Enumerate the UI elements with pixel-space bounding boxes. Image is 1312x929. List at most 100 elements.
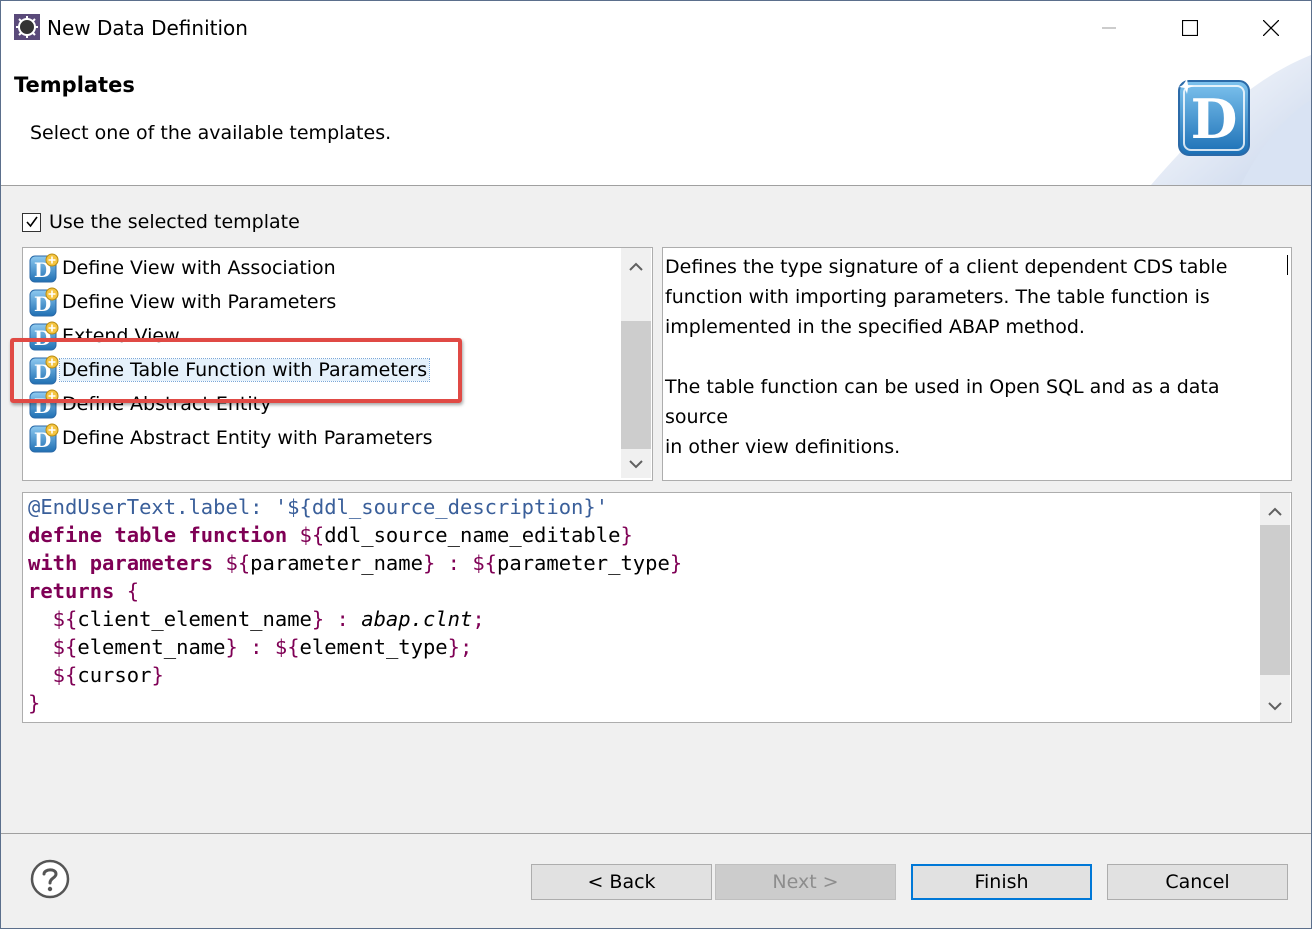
eclipse-app-icon — [14, 14, 40, 40]
text-caret — [1287, 255, 1288, 275]
code-line: define table function ${ddl_source_name_… — [28, 521, 682, 549]
code-line: ${cursor} — [28, 661, 682, 689]
page-description: Select one of the available templates. — [30, 122, 392, 144]
template-item-label: Define Table Function with Parameters — [58, 358, 431, 382]
ddl-template-icon: D — [29, 321, 59, 351]
use-template-option[interactable]: Use the selected template — [22, 211, 300, 233]
use-template-label: Use the selected template — [49, 211, 300, 233]
code-preview-scrollbar[interactable] — [1260, 493, 1290, 722]
template-list-item[interactable]: D Define Table Function with Parameters — [29, 354, 431, 386]
button-bar-separator — [1, 833, 1311, 834]
ddl-logo-icon: D — [1151, 55, 1311, 185]
scroll-up-button[interactable] — [1260, 495, 1290, 527]
help-icon[interactable] — [30, 859, 70, 899]
template-item-label: Define View with Parameters — [62, 291, 337, 313]
template-item-label: Define Abstract Entity with Parameters — [62, 427, 433, 449]
close-button[interactable] — [1231, 1, 1311, 55]
ddl-template-icon: D — [29, 287, 59, 317]
code-token: ${ — [225, 551, 251, 575]
maximize-button[interactable] — [1150, 1, 1230, 55]
ddl-template-icon: D — [29, 253, 59, 283]
code-token: } — [151, 663, 164, 687]
code-token: client_element_name — [77, 607, 312, 631]
template-list-item[interactable]: D Define Abstract Entity with Parameters — [29, 422, 432, 454]
ddl-template-icon: D — [29, 355, 59, 385]
template-item-label: Define Abstract Entity — [62, 393, 272, 415]
check-icon — [25, 216, 38, 228]
code-token: } — [669, 551, 683, 575]
title-bar: New Data Definition — [1, 1, 1311, 55]
back-button[interactable]: < Back — [531, 864, 712, 900]
template-list-item[interactable]: D Define Abstract Entity — [29, 388, 271, 420]
code-token: } — [422, 551, 436, 575]
ddl-template-icon: D — [29, 423, 59, 453]
template-item-label: Define View with Association — [62, 257, 336, 279]
chevron-up-icon — [1268, 507, 1282, 516]
code-token: } — [225, 635, 238, 659]
code-token: }; — [447, 635, 473, 659]
code-line: @EndUserText.label: '${ddl_source_descri… — [28, 493, 682, 521]
code-token: ${ — [274, 635, 300, 659]
code-token: } — [620, 523, 633, 547]
cancel-button-label: Cancel — [1165, 871, 1230, 893]
template-list[interactable]: D Define View with Association D Define Vie… — [22, 247, 653, 481]
code-line: } — [28, 689, 682, 717]
code-token: parameter_name — [250, 551, 423, 575]
scroll-up-button[interactable] — [621, 250, 651, 282]
code-token: parameter_type — [497, 551, 670, 575]
code-token: ; — [472, 607, 485, 631]
template-list-item[interactable]: D Extend View — [29, 320, 180, 352]
close-icon — [1263, 20, 1279, 36]
ddl-logo-letter: D — [1191, 87, 1238, 151]
code-token: ${ — [28, 607, 78, 631]
template-list-item[interactable]: D Define View with Parameters — [29, 286, 336, 318]
code-token: ${ — [472, 551, 498, 575]
description-text: Defines the type signature of a client d… — [665, 256, 1228, 458]
code-token: : — [237, 635, 275, 659]
code-line: ${client_element_name} : abap.clnt; — [28, 605, 682, 633]
code-line: returns { — [28, 577, 682, 605]
template-list-scrollbar[interactable] — [621, 248, 651, 478]
scroll-down-button[interactable] — [1260, 690, 1290, 722]
scrollbar-thumb[interactable] — [621, 321, 651, 449]
chevron-down-icon — [629, 459, 643, 468]
code-token: returns — [28, 579, 115, 603]
code-line: ${element_name} : ${element_type}; — [28, 633, 682, 661]
code-token: ${ — [28, 663, 78, 687]
page-title: Templates — [14, 73, 135, 97]
scrollbar-thumb[interactable] — [1260, 525, 1290, 675]
new-data-definition-dialog: New Data Definition Templates Select one… — [0, 0, 1312, 929]
code-token: { — [114, 579, 140, 603]
code-token: cursor — [77, 663, 152, 687]
chevron-up-icon — [629, 262, 643, 271]
code-token: } — [28, 691, 41, 715]
back-button-label: < Back — [587, 871, 656, 893]
ddl-template-icon: D — [29, 389, 59, 419]
next-button[interactable]: Next > — [715, 864, 896, 900]
window-title: New Data Definition — [47, 16, 248, 40]
finish-button-label: Finish — [974, 871, 1029, 893]
code-token: : — [435, 551, 473, 575]
code-token: with parameters — [28, 551, 214, 575]
code-token: element_type — [299, 635, 448, 659]
scroll-down-button[interactable] — [621, 448, 651, 480]
code-token: ddl_source_name_editable — [324, 523, 621, 547]
template-list-item[interactable]: D Define View with Association — [29, 252, 336, 284]
code-token: abap.clnt — [361, 607, 473, 631]
code-token: : — [324, 607, 362, 631]
cancel-button[interactable]: Cancel — [1107, 864, 1288, 900]
minimize-button[interactable] — [1069, 1, 1149, 55]
maximize-icon — [1182, 20, 1198, 36]
chevron-down-icon — [1268, 701, 1282, 710]
code-token: } — [311, 607, 325, 631]
finish-button[interactable]: Finish — [911, 864, 1092, 900]
code-token: @EndUserText.label: '${ddl_source_descri… — [28, 495, 609, 519]
use-template-checkbox[interactable] — [22, 212, 41, 232]
code-token: element_name — [77, 635, 226, 659]
code-line: with parameters ${parameter_name} : ${pa… — [28, 549, 682, 577]
code-token: ${ — [28, 635, 78, 659]
template-item-label: Extend View — [62, 325, 180, 347]
template-code-preview[interactable]: @EndUserText.label: '${ddl_source_descri… — [22, 492, 1292, 723]
